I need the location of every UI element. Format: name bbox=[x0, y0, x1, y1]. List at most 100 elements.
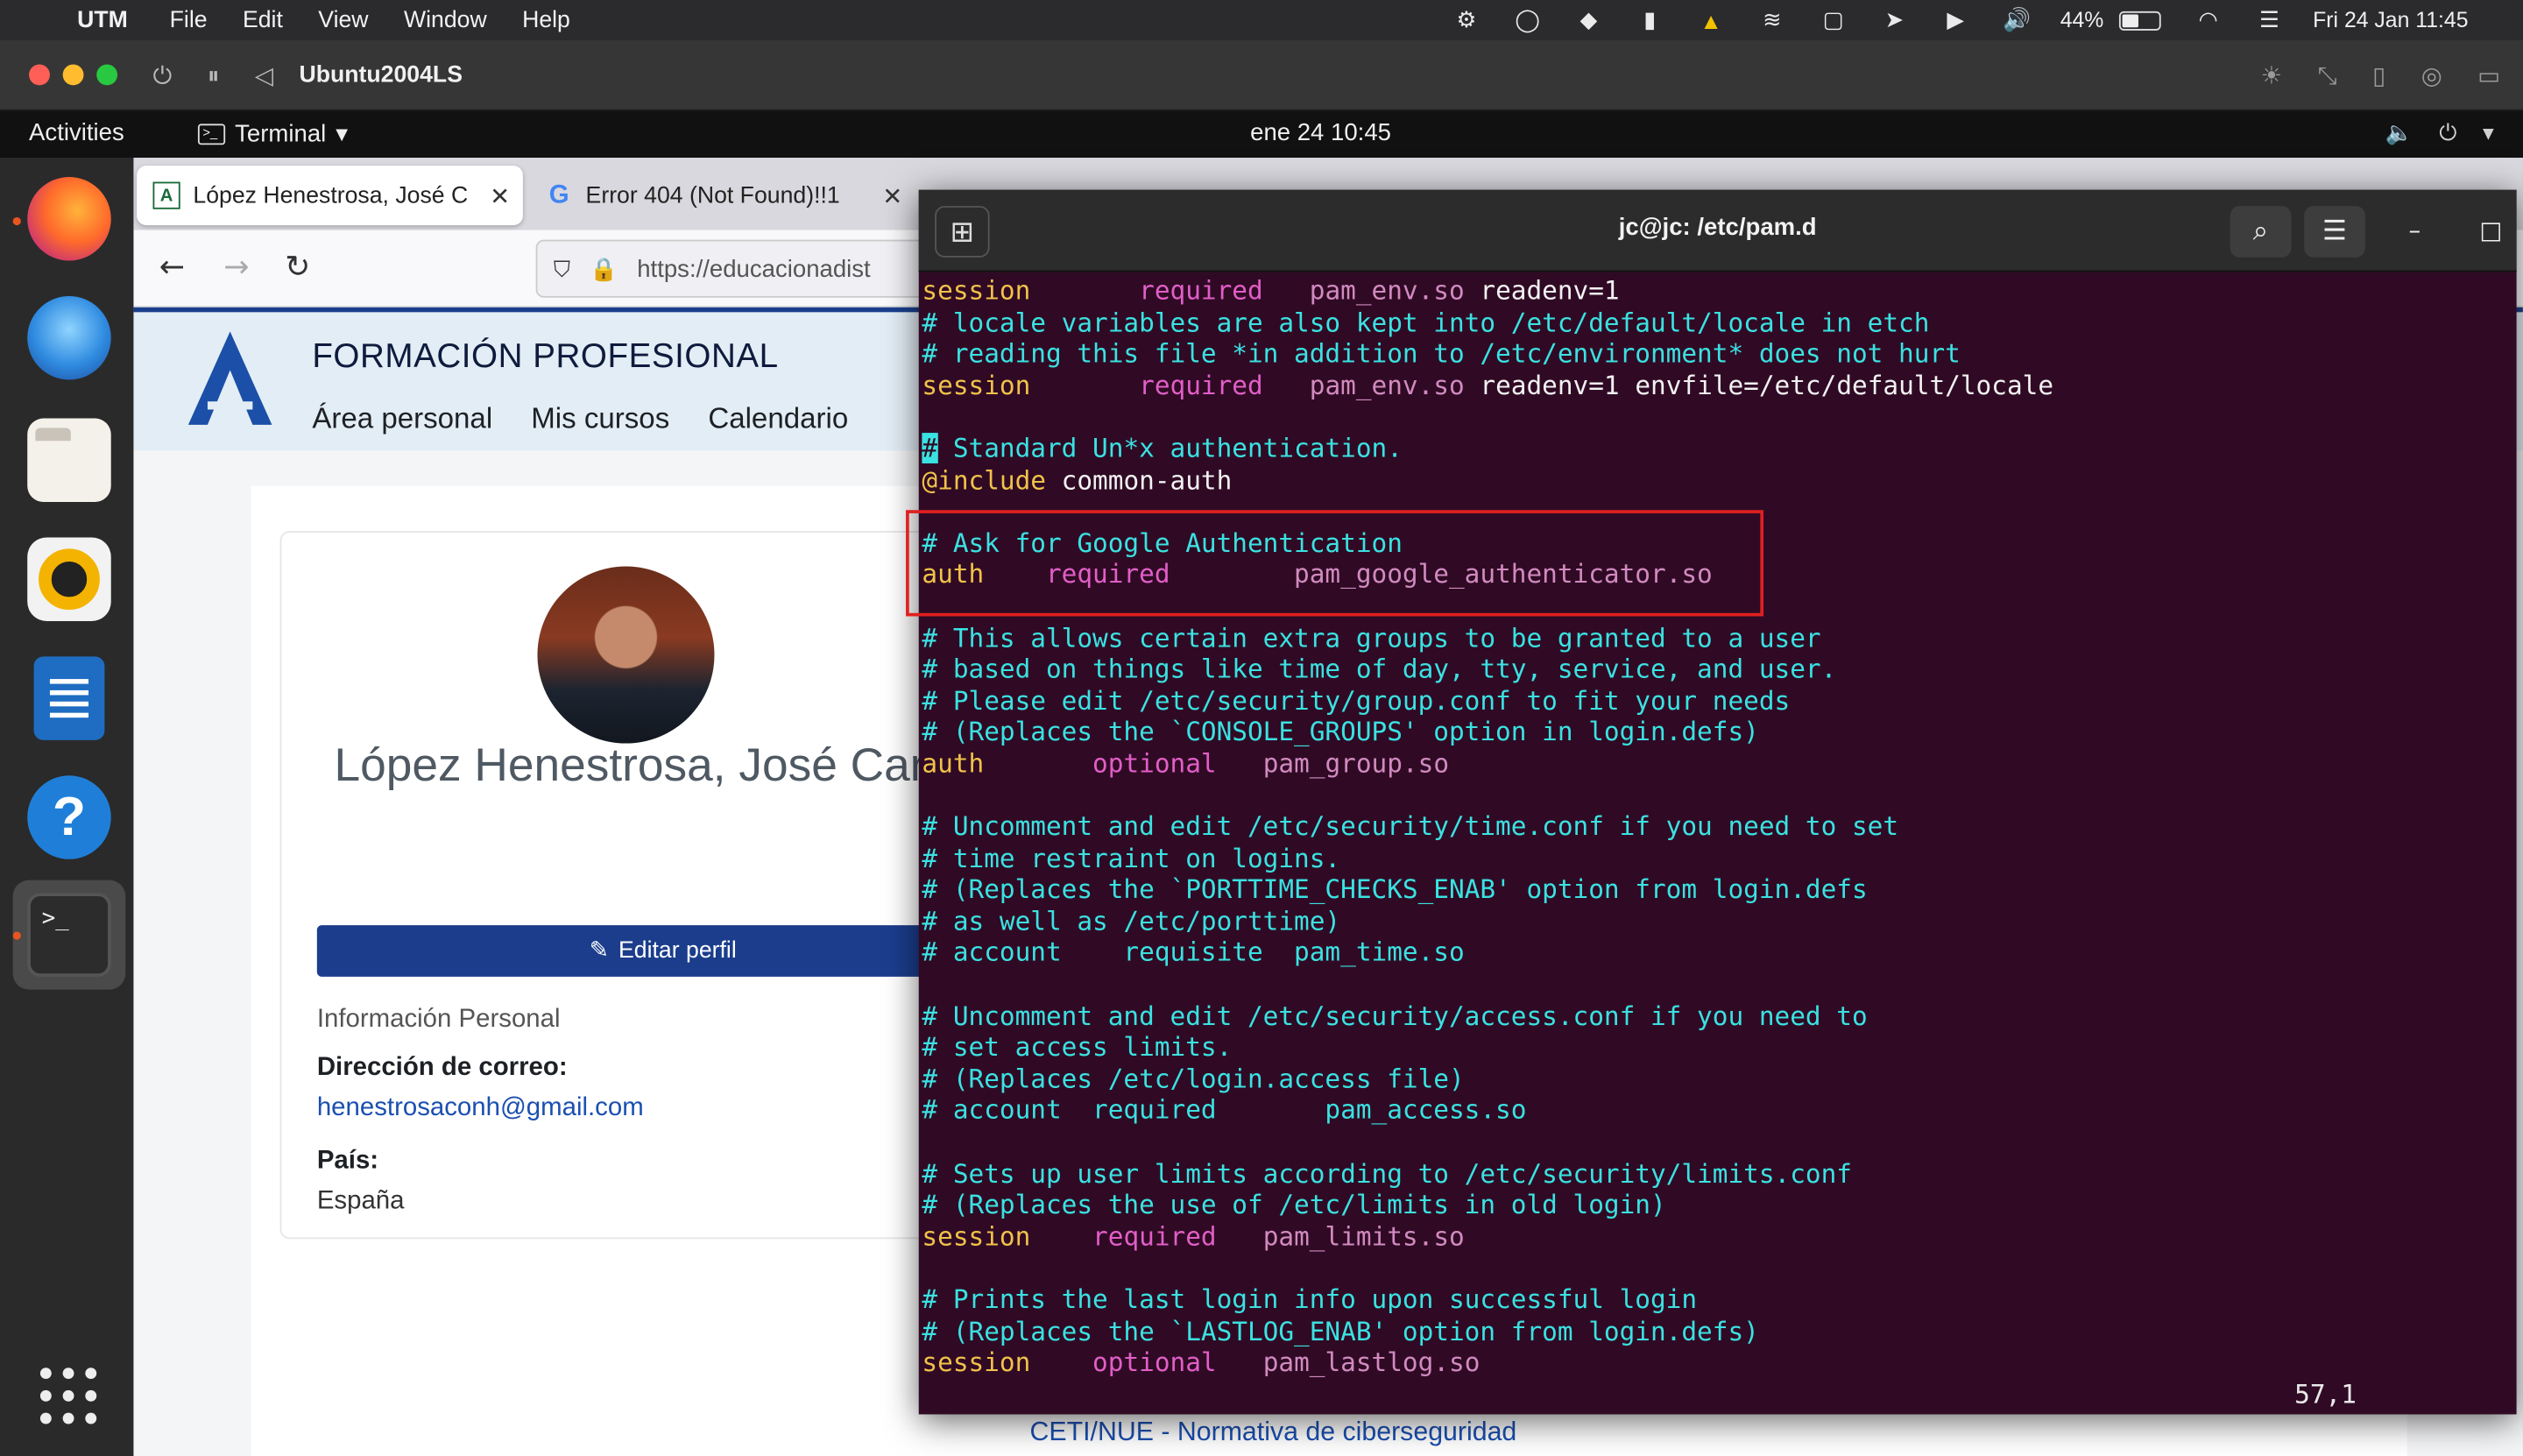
email-link[interactable]: henestrosaconh@gmail.com bbox=[317, 1094, 644, 1123]
terminal-token: required bbox=[1092, 1220, 1263, 1252]
play-icon[interactable]: ▶ bbox=[1941, 6, 1970, 32]
control-center-icon[interactable]: ☰ bbox=[2255, 6, 2284, 32]
menu-view[interactable]: View bbox=[318, 7, 368, 32]
menu-edit[interactable]: Edit bbox=[243, 7, 283, 32]
forward-arrow-icon[interactable]: → bbox=[223, 250, 249, 285]
pause-icon[interactable]: ⏸ bbox=[208, 60, 220, 89]
site-logo-icon[interactable] bbox=[179, 329, 282, 428]
activities-button[interactable]: Activities bbox=[29, 119, 124, 146]
terminal-token: session bbox=[922, 1220, 1093, 1252]
search-icon[interactable]: ⌕ bbox=[2230, 206, 2292, 258]
usb-icon[interactable]: ▯ bbox=[2372, 61, 2385, 90]
vm-title: Ubuntu2004LS bbox=[299, 61, 463, 88]
resize-icon[interactable]: ⤡ bbox=[2318, 61, 2337, 90]
menu-app-utm[interactable]: UTM bbox=[77, 7, 128, 32]
minimize-window-button[interactable] bbox=[62, 64, 84, 86]
primary-navigation: Área personal Mis cursos Calendario bbox=[312, 402, 848, 436]
terminal-line: # Sets up user limits according to /etc/… bbox=[922, 1158, 2514, 1190]
sidebar-status-icon[interactable]: ▮ bbox=[1636, 6, 1664, 32]
show-applications-icon[interactable] bbox=[39, 1368, 98, 1425]
close-window-button[interactable] bbox=[29, 64, 50, 86]
power-menu-icon: ⏻ bbox=[2439, 118, 2457, 145]
terminal-line: # Prints the last login info upon succes… bbox=[922, 1284, 2514, 1316]
gear-status-icon[interactable]: ⚙ bbox=[1452, 6, 1481, 32]
terminal-line: # Uncomment and edit /etc/security/acces… bbox=[922, 1000, 2514, 1032]
layers-icon[interactable]: ≋ bbox=[1757, 6, 1786, 32]
app-menu[interactable]: >_ Terminal ▾ bbox=[197, 119, 348, 148]
terminal-line: session required pam_env.so readenv=1 en… bbox=[922, 370, 2514, 401]
tab-profile[interactable]: A López Henestrosa, José C ✕ bbox=[137, 166, 523, 226]
terminal-token: pam_group.so bbox=[1262, 747, 1450, 779]
display-brightness-icon[interactable]: ☀ bbox=[2261, 61, 2283, 90]
shared-folder-icon[interactable]: ▭ bbox=[2477, 61, 2500, 90]
cursor-position: 57,1 bbox=[2294, 1379, 2357, 1410]
drive-icon[interactable]: ◎ bbox=[2421, 61, 2442, 90]
maximize-icon[interactable]: □ bbox=[2479, 216, 2502, 244]
reload-icon[interactable]: ↻ bbox=[285, 250, 310, 285]
menu-bar-clock[interactable]: Fri 24 Jan 11:45 bbox=[2313, 8, 2468, 32]
libreoffice-writer-icon[interactable] bbox=[33, 656, 105, 740]
lock-icon[interactable]: 🔒 bbox=[590, 255, 618, 282]
telegram-icon[interactable]: ➤ bbox=[1880, 6, 1909, 32]
terminal-token: Standard Un*x authentication. bbox=[937, 433, 1403, 463]
running-indicator bbox=[12, 931, 21, 940]
terminal-line: # account requisite pam_time.so bbox=[922, 937, 2514, 969]
terminal-line: # This allows certain extra groups to be… bbox=[922, 622, 2514, 654]
terminal-line: # (Replaces the `LASTLOG_ENAB' option fr… bbox=[922, 1316, 2514, 1347]
volume-icon[interactable]: 🔊 bbox=[2003, 6, 2032, 32]
terminal-text[interactable]: session required pam_env.so readenv=1 # l… bbox=[922, 275, 2514, 1379]
hamburger-menu-icon[interactable]: ☰ bbox=[2304, 206, 2365, 258]
running-indicator bbox=[12, 216, 21, 226]
window-switch-icon[interactable]: ▢ bbox=[1819, 6, 1848, 32]
circle-status-icon[interactable]: ◯ bbox=[1513, 6, 1542, 32]
nav-area-personal[interactable]: Área personal bbox=[312, 402, 492, 436]
close-tab-icon[interactable]: ✕ bbox=[490, 181, 510, 209]
menu-window[interactable]: Window bbox=[404, 7, 487, 32]
terminal-token: auth bbox=[922, 747, 1093, 779]
back-arrow-icon[interactable]: ← bbox=[159, 250, 185, 285]
menu-help[interactable]: Help bbox=[522, 7, 570, 32]
help-icon[interactable]: ? bbox=[27, 775, 111, 859]
battery-icon[interactable] bbox=[2119, 10, 2162, 30]
terminal-line: # time restraint on logins. bbox=[922, 843, 2514, 874]
nav-mis-cursos[interactable]: Mis cursos bbox=[531, 402, 669, 436]
terminal-token: @include bbox=[922, 464, 1062, 495]
nav-calendario[interactable]: Calendario bbox=[708, 402, 848, 436]
terminal-icon[interactable]: >_ bbox=[27, 893, 111, 977]
terminal-line: # locale variables are also kept into /e… bbox=[922, 307, 2514, 338]
terminal-token: # (Replaces the use of /etc/limits in ol… bbox=[922, 1189, 1666, 1220]
thunderbird-icon[interactable] bbox=[27, 295, 111, 380]
shield-status-icon[interactable]: ◆ bbox=[1574, 6, 1603, 32]
country-label: País: bbox=[316, 1147, 379, 1175]
terminal-window[interactable]: ⊞ jc@jc: /etc/pam.d ⌕ ☰ – □ session requ… bbox=[918, 189, 2517, 1415]
terminal-token: optional bbox=[1092, 1346, 1263, 1378]
close-tab-icon[interactable]: ✕ bbox=[882, 181, 902, 209]
power-icon[interactable]: ⏻ bbox=[152, 60, 172, 89]
files-icon[interactable] bbox=[27, 418, 111, 503]
site-title[interactable]: FORMACIÓN PROFESIONAL bbox=[312, 338, 778, 377]
terminal-token: session bbox=[922, 370, 1140, 400]
minimize-icon[interactable]: – bbox=[2409, 216, 2421, 244]
terminal-header-bar: ⊞ jc@jc: /etc/pam.d ⌕ ☰ – □ bbox=[918, 189, 2517, 272]
edit-profile-button[interactable]: ✎ Editar perfil bbox=[316, 925, 1009, 977]
zoom-window-button[interactable] bbox=[96, 64, 118, 86]
terminal-token: # (Replaces the `CONSOLE_GROUPS' option … bbox=[922, 716, 1759, 747]
ciberseguridad-link[interactable]: CETI/NUE - Normativa de ciberseguridad bbox=[1029, 1417, 1516, 1448]
terminal-token: readenv=1 bbox=[1480, 275, 1620, 306]
back-triangle-icon[interactable]: ◁ bbox=[255, 60, 273, 89]
terminal-token: pam_env.so bbox=[1309, 370, 1481, 400]
rhythmbox-icon[interactable] bbox=[27, 537, 111, 621]
system-menu[interactable]: 🔈 ⏻ ▾ bbox=[2385, 119, 2494, 146]
email-label: Dirección de correo: bbox=[316, 1054, 568, 1082]
personal-info-heading: Información Personal bbox=[316, 1005, 561, 1034]
menu-file[interactable]: File bbox=[170, 7, 208, 32]
firefox-icon[interactable] bbox=[27, 177, 111, 261]
terminal-token: # account required pam_access.so bbox=[922, 1094, 1527, 1126]
gnome-clock[interactable]: ene 24 10:45 bbox=[1250, 119, 1391, 146]
shield-icon[interactable]: ⛉ bbox=[554, 255, 570, 282]
profile-name: López Henestrosa, José Carlos bbox=[334, 739, 986, 792]
wifi-icon[interactable]: ◠ bbox=[2194, 6, 2223, 32]
tab-error-404[interactable]: G Error 404 (Not Found)!!1 ✕ bbox=[529, 166, 915, 225]
warning-icon[interactable]: ▲ bbox=[1697, 7, 1726, 32]
